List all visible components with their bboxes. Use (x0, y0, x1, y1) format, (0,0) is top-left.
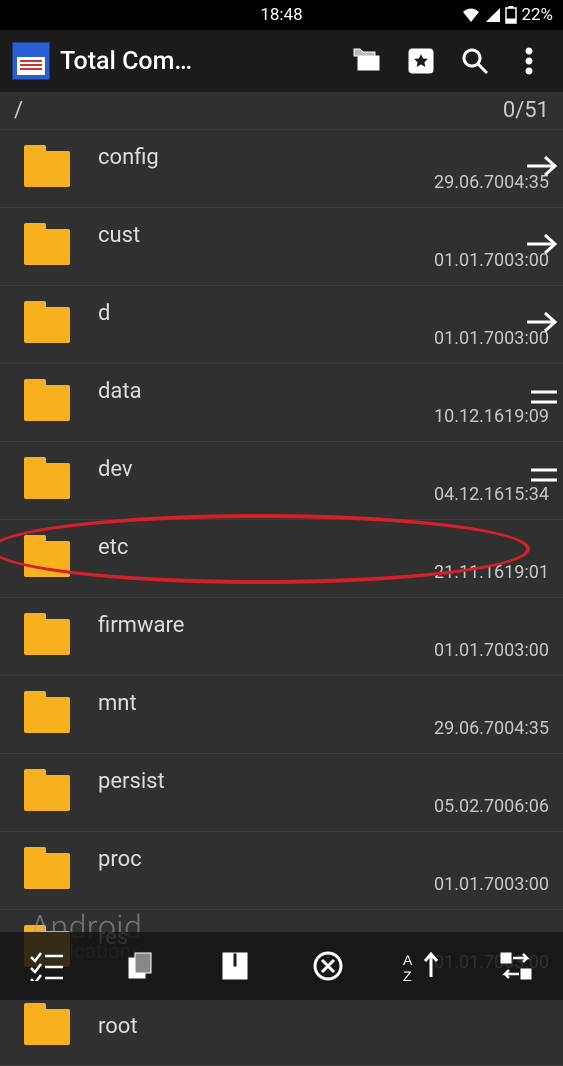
drag-lines-icon (529, 466, 559, 484)
checklist-icon (29, 951, 65, 981)
zip-icon (221, 951, 249, 981)
signal-icon (485, 7, 501, 23)
file-meta: 05.02.7006:06 (434, 796, 549, 817)
file-row[interactable]: data10.12.1619:09 (0, 364, 563, 442)
battery-icon (505, 6, 517, 24)
file-meta: 21.11.1619:01 (434, 562, 549, 583)
arrow-right-icon (525, 232, 559, 256)
app-title: Total Com… (60, 47, 192, 76)
copy-button[interactable] (111, 941, 171, 991)
file-name: proc (98, 847, 549, 872)
swap-icon (499, 951, 533, 981)
row-arrow[interactable] (525, 232, 559, 260)
folder-icon (24, 541, 70, 577)
current-path: / (14, 98, 23, 123)
folder-icon (24, 1009, 70, 1045)
folder-icon (24, 307, 70, 343)
bookmark-button[interactable] (399, 39, 443, 83)
file-row[interactable]: proc01.01.7003:00 (0, 832, 563, 910)
folder-icon (24, 151, 70, 187)
file-name: persist (98, 769, 549, 794)
sort-button[interactable]: AZ (392, 941, 452, 991)
file-name: etc (98, 535, 549, 560)
file-name: cust (98, 223, 549, 248)
svg-text:Z: Z (403, 968, 412, 981)
sort-az-icon: AZ (403, 951, 441, 981)
row-arrow[interactable] (525, 310, 559, 338)
file-list: config29.06.7004:35cust01.01.7003:00d01.… (0, 130, 563, 1066)
file-row[interactable]: etc21.11.1619:01 (0, 520, 563, 598)
file-name: config (98, 145, 549, 170)
file-row[interactable]: config29.06.7004:35 (0, 130, 563, 208)
row-arrow[interactable] (525, 154, 559, 182)
row-handle[interactable] (529, 388, 559, 410)
file-name: root (98, 1014, 549, 1039)
bottom-toolbar: AZ (0, 932, 563, 1000)
file-name: d (98, 301, 549, 326)
folders-button[interactable] (345, 39, 389, 83)
file-name: firmware (98, 613, 549, 638)
file-name: dev (98, 457, 549, 482)
folder-icon (24, 697, 70, 733)
folder-icon (24, 775, 70, 811)
bookmark-icon (406, 46, 436, 76)
app-bar: Total Com… (0, 30, 563, 92)
delete-button[interactable] (298, 941, 358, 991)
folders-icon (350, 47, 384, 75)
status-right: 22% (461, 5, 553, 25)
file-row[interactable]: mnt29.06.7004:35 (0, 676, 563, 754)
folder-icon (24, 229, 70, 265)
wifi-icon (461, 7, 481, 23)
menu-button[interactable] (507, 39, 551, 83)
svg-text:A: A (403, 952, 413, 968)
file-meta: 01.01.7003:00 (434, 640, 549, 661)
file-name: mnt (98, 691, 549, 716)
folder-icon (24, 853, 70, 889)
more-vert-icon (525, 47, 533, 75)
path-bar[interactable]: / 0/51 (0, 92, 563, 130)
status-time: 18:48 (260, 5, 302, 25)
copy-icon (126, 951, 156, 981)
close-circle-icon (312, 950, 344, 982)
file-row[interactable]: d01.01.7003:00 (0, 286, 563, 364)
file-row[interactable]: cust01.01.7003:00 (0, 208, 563, 286)
file-name: data (98, 379, 549, 404)
search-icon (460, 46, 490, 76)
file-row[interactable]: persist05.02.7006:06 (0, 754, 563, 832)
file-row[interactable]: dev04.12.1615:34 (0, 442, 563, 520)
drag-lines-icon (529, 388, 559, 406)
folder-icon (24, 619, 70, 655)
file-row[interactable]: firmware01.01.7003:00 (0, 598, 563, 676)
swap-button[interactable] (486, 941, 546, 991)
selection-counter: 0/51 (503, 98, 549, 123)
row-handle[interactable] (529, 466, 559, 488)
search-button[interactable] (453, 39, 497, 83)
arrow-right-icon (525, 154, 559, 178)
app-icon[interactable] (12, 42, 50, 80)
pack-button[interactable] (205, 941, 265, 991)
select-button[interactable] (17, 941, 77, 991)
arrow-right-icon (525, 310, 559, 334)
file-meta: 01.01.7003:00 (434, 874, 549, 895)
file-meta: 29.06.7004:35 (434, 718, 549, 739)
battery-percent: 22% (521, 5, 553, 25)
folder-icon (24, 463, 70, 499)
status-bar: 18:48 22% (0, 0, 563, 30)
folder-icon (24, 385, 70, 421)
